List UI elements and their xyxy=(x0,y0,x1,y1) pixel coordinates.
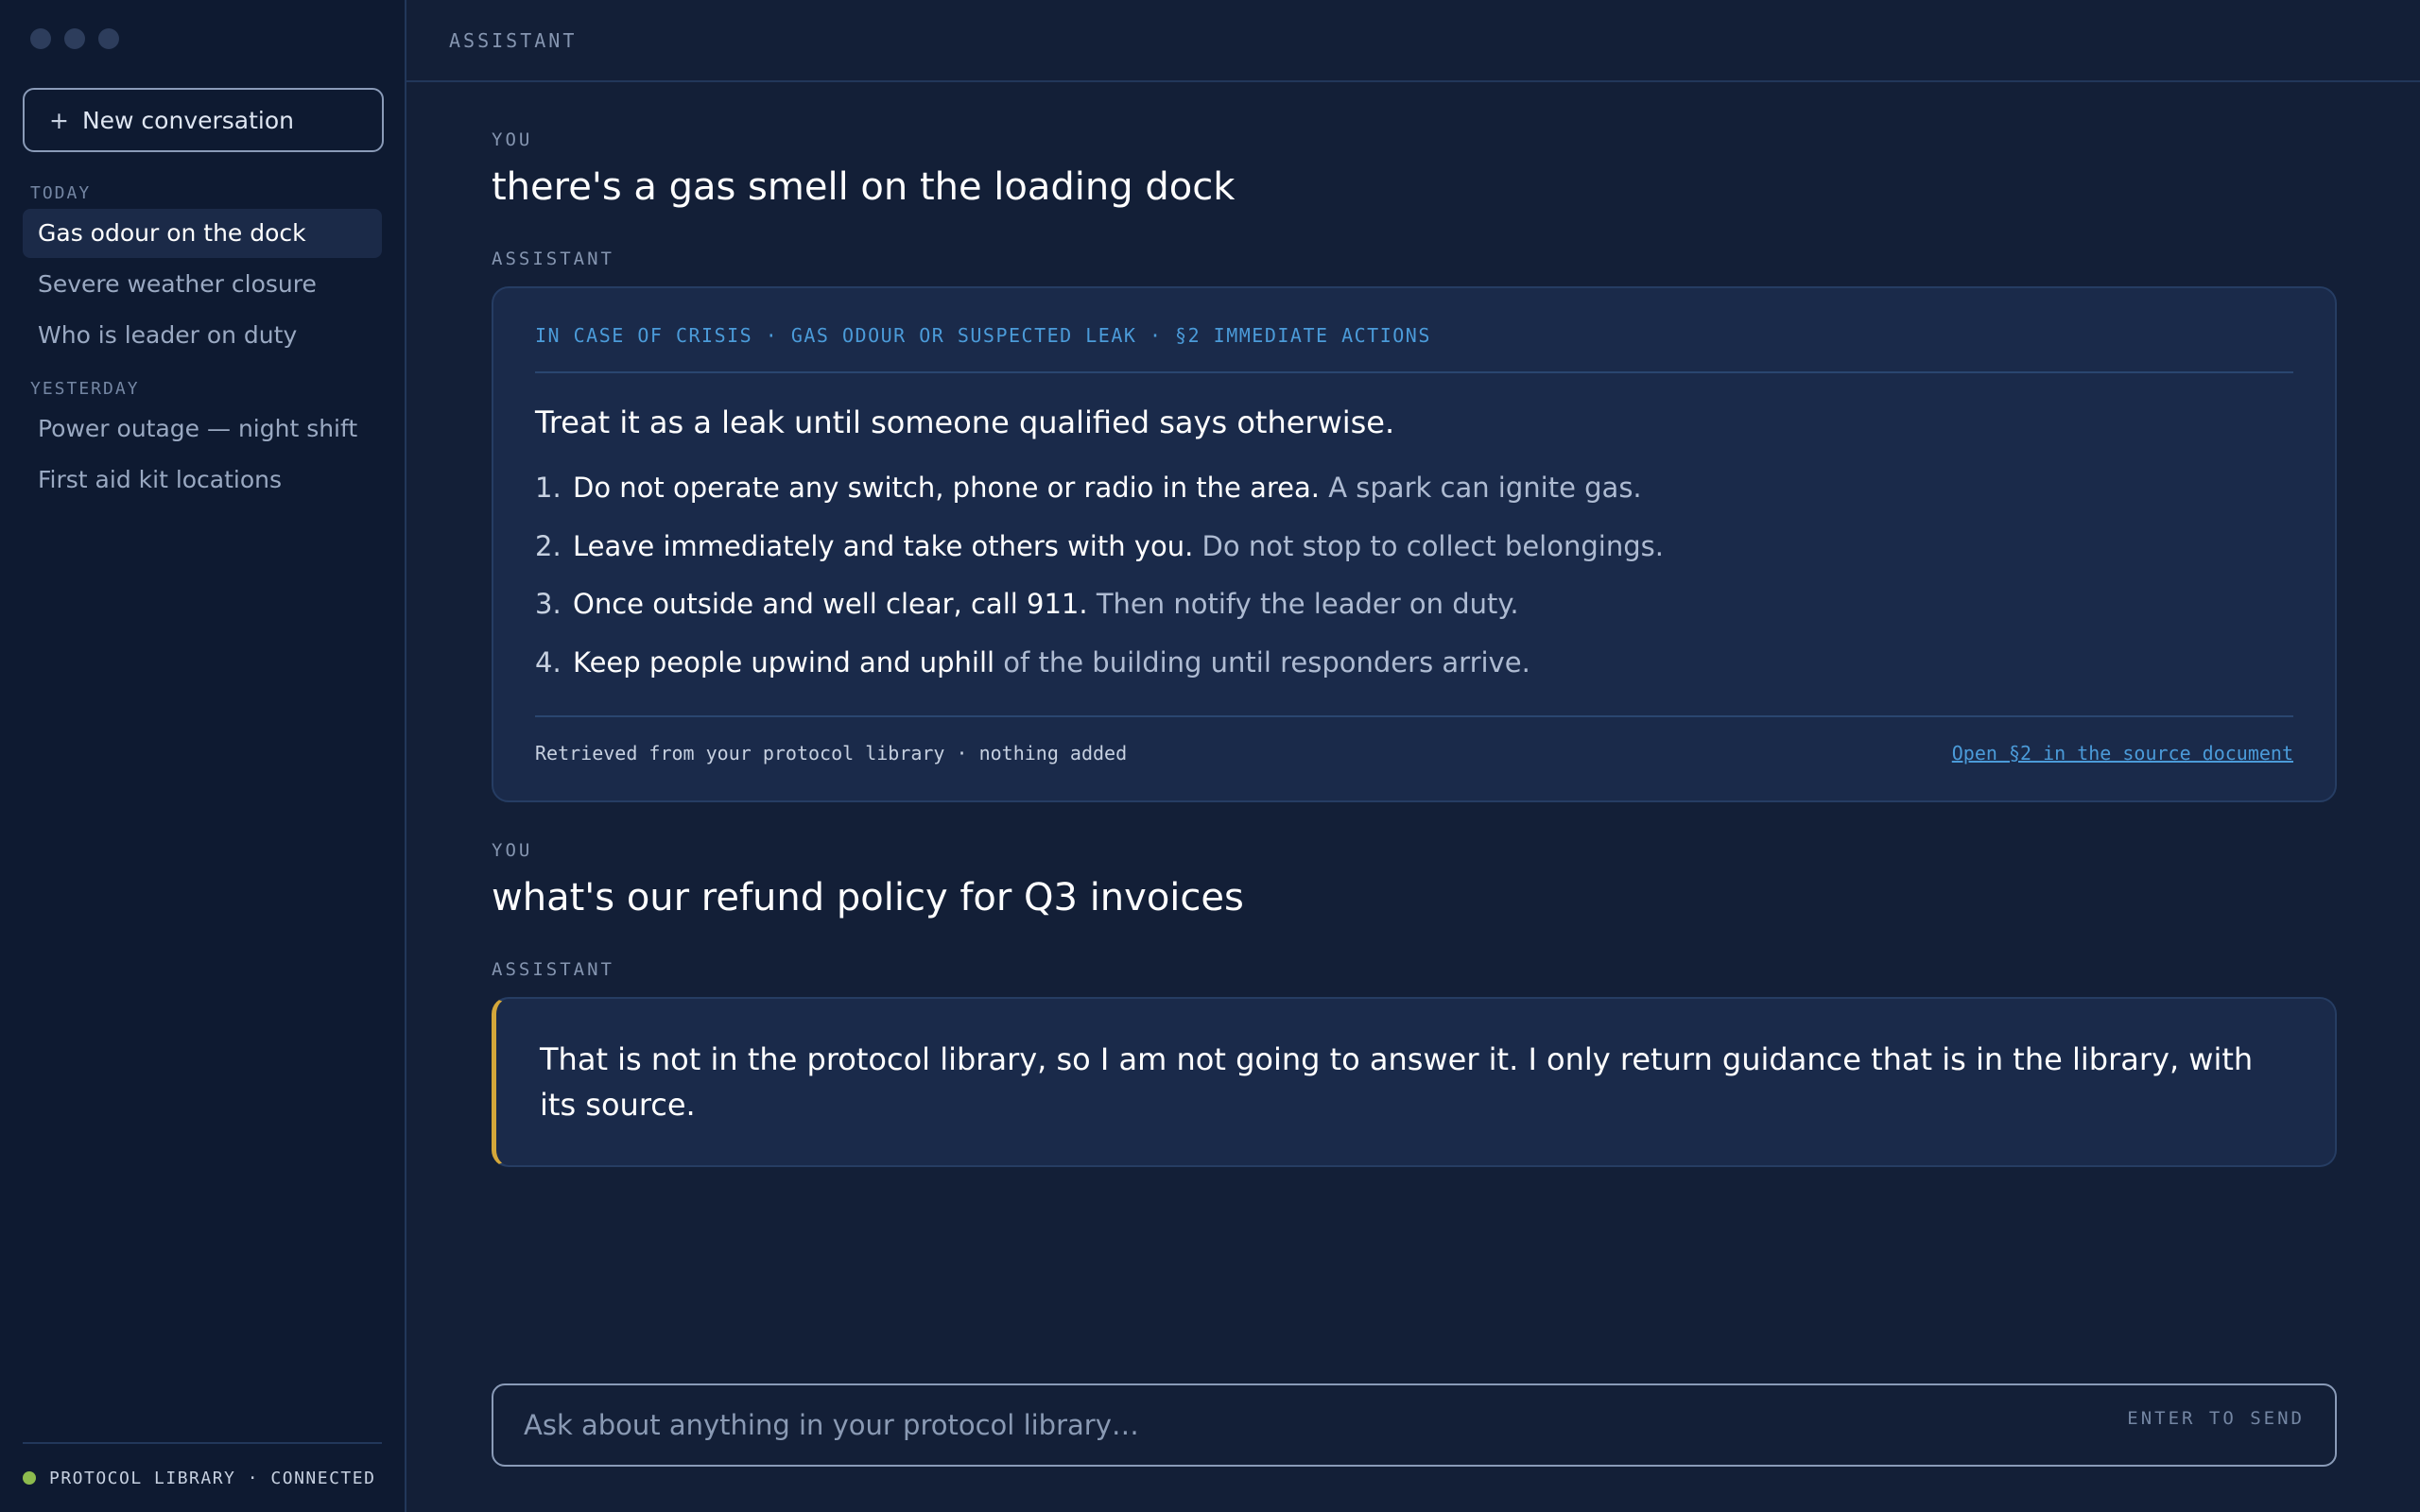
close-window-dot[interactable] xyxy=(30,28,51,49)
source-document-link[interactable]: Open §2 in the source document xyxy=(1952,742,2293,765)
plus-icon: + xyxy=(49,106,69,134)
header: ASSISTANT xyxy=(406,0,2420,82)
user-message: there's a gas smell on the loading dock xyxy=(492,165,1236,209)
library-status-text: PROTOCOL LIBRARY · CONNECTED xyxy=(49,1468,376,1488)
crisis-protocol-card: IN CASE OF CRISIS · GAS ODOUR OR SUSPECT… xyxy=(492,286,2337,802)
protocol-step: 4. Keep people upwind and uphill of the b… xyxy=(535,645,1530,679)
today-section-label: TODAY xyxy=(30,183,92,203)
message-input[interactable] xyxy=(493,1385,2335,1465)
card-footer: Retrieved from your protocol library · n… xyxy=(535,715,2293,789)
sidebar: + New conversation TODAY Gas odour on th… xyxy=(0,0,406,1512)
yesterday-section-label: YESTERDAY xyxy=(30,379,140,399)
app-window: + New conversation TODAY Gas odour on th… xyxy=(0,0,2420,1512)
protocol-step: 3. Once outside and well clear, call 911.… xyxy=(535,588,1519,620)
protocol-step: 1. Do not operate any switch, phone or ra… xyxy=(535,472,1642,504)
conversation-item-first-aid[interactable]: First aid kit locations xyxy=(23,455,382,505)
send-hint: ENTER TO SEND xyxy=(2127,1408,2305,1429)
assistant-role-label: ASSISTANT xyxy=(492,249,614,269)
conversation-item-power-outage[interactable]: Power outage — night shift xyxy=(23,404,382,454)
window-controls xyxy=(23,0,382,49)
today-conversation-list: Gas odour on the dock Severe weather clo… xyxy=(23,209,382,360)
conversation-item-gas-odour[interactable]: Gas odour on the dock xyxy=(23,209,382,258)
protocol-steps: 1. Do not operate any switch, phone or ra… xyxy=(535,459,2293,692)
main-panel: ASSISTANT YOU there's a gas smell on the… xyxy=(406,0,2420,1512)
conversation-thread: YOU there's a gas smell on the loading d… xyxy=(406,129,2337,1167)
maximize-window-dot[interactable] xyxy=(98,28,119,49)
user-role-label: YOU xyxy=(492,129,533,150)
refusal-message: That is not in the protocol library, so … xyxy=(540,1041,2254,1123)
page-title: ASSISTANT xyxy=(449,28,578,52)
new-conversation-label: New conversation xyxy=(81,106,295,134)
protocol-step: 2. Leave immediately and take others with… xyxy=(535,529,1664,562)
protocol-breadcrumb: IN CASE OF CRISIS · GAS ODOUR OR SUSPECT… xyxy=(535,324,2293,373)
user-message: what's our refund policy for Q3 invoices xyxy=(492,876,1244,919)
out-of-scope-card: That is not in the protocol library, so … xyxy=(492,997,2337,1167)
assistant-role-label: ASSISTANT xyxy=(492,959,614,980)
yesterday-conversation-list: Power outage — night shift First aid kit… xyxy=(23,404,382,505)
new-conversation-button[interactable]: + New conversation xyxy=(23,88,384,152)
minimize-window-dot[interactable] xyxy=(64,28,85,49)
connected-status-icon xyxy=(23,1471,36,1485)
conversation-item-severe-weather[interactable]: Severe weather closure xyxy=(23,260,382,309)
library-status: PROTOCOL LIBRARY · CONNECTED xyxy=(23,1442,382,1512)
conversation-item-leader-on-duty[interactable]: Who is leader on duty xyxy=(23,311,382,360)
message-composer: ENTER TO SEND xyxy=(492,1383,2337,1467)
user-role-label: YOU xyxy=(492,840,533,861)
protocol-lead: Treat it as a leak until someone qualifi… xyxy=(535,404,1395,440)
retrieval-note: Retrieved from your protocol library · n… xyxy=(535,742,1128,765)
